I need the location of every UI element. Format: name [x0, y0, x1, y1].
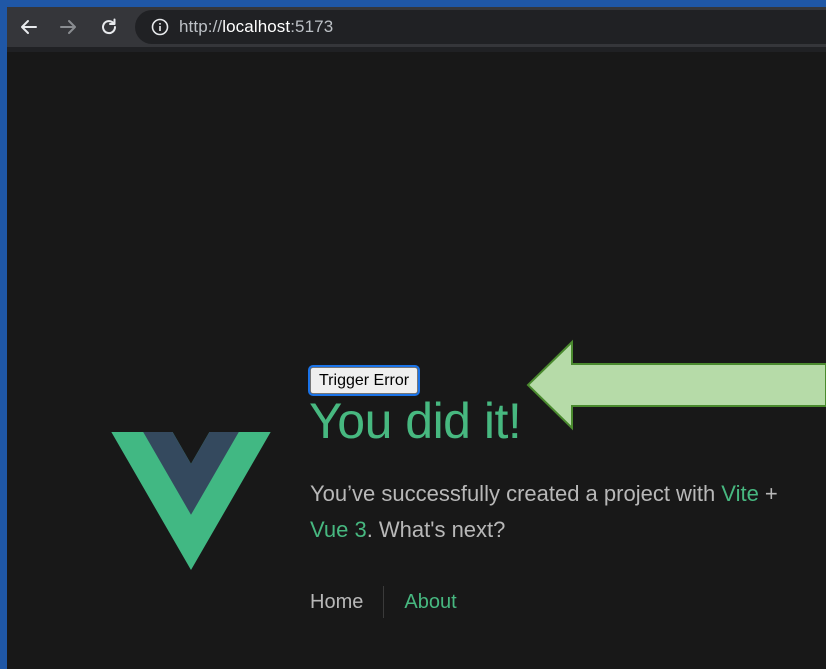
- url-scheme: http://: [179, 17, 223, 36]
- back-arrow-icon: [21, 20, 37, 34]
- vue-link[interactable]: Vue 3: [310, 517, 367, 542]
- subtitle-prefix: You’ve successfully created a project wi…: [310, 481, 722, 506]
- url-port: :5173: [290, 17, 334, 36]
- back-button[interactable]: [15, 13, 43, 41]
- address-bar[interactable]: http://localhost:5173: [135, 10, 826, 44]
- browser-window: http://localhost:5173 Trigger Error You …: [7, 7, 826, 669]
- vue-logo: [111, 432, 271, 570]
- page-content: Trigger Error You did it! You’ve success…: [7, 52, 826, 669]
- subtitle-suffix: . What's next?: [366, 517, 506, 542]
- annotation-arrow-icon: [526, 339, 826, 431]
- page-title: You did it!: [309, 393, 522, 449]
- plus-text: +: [758, 481, 778, 506]
- url-host: localhost: [222, 17, 291, 36]
- url-text: http://localhost:5173: [179, 17, 333, 37]
- nav-divider: [383, 586, 385, 618]
- main-nav: Home About: [310, 586, 457, 618]
- vite-link[interactable]: Vite: [721, 481, 759, 506]
- subtitle: You’ve successfully created a project wi…: [310, 476, 810, 548]
- nav-home-link[interactable]: Home: [310, 591, 363, 614]
- forward-button[interactable]: [54, 13, 82, 41]
- nav-about-link[interactable]: About: [404, 591, 456, 614]
- browser-toolbar: http://localhost:5173: [7, 7, 826, 47]
- reload-button[interactable]: [95, 13, 123, 41]
- info-icon[interactable]: [151, 18, 169, 36]
- trigger-error-button[interactable]: Trigger Error: [307, 365, 421, 396]
- reload-icon: [102, 18, 117, 35]
- forward-arrow-icon: [60, 20, 76, 34]
